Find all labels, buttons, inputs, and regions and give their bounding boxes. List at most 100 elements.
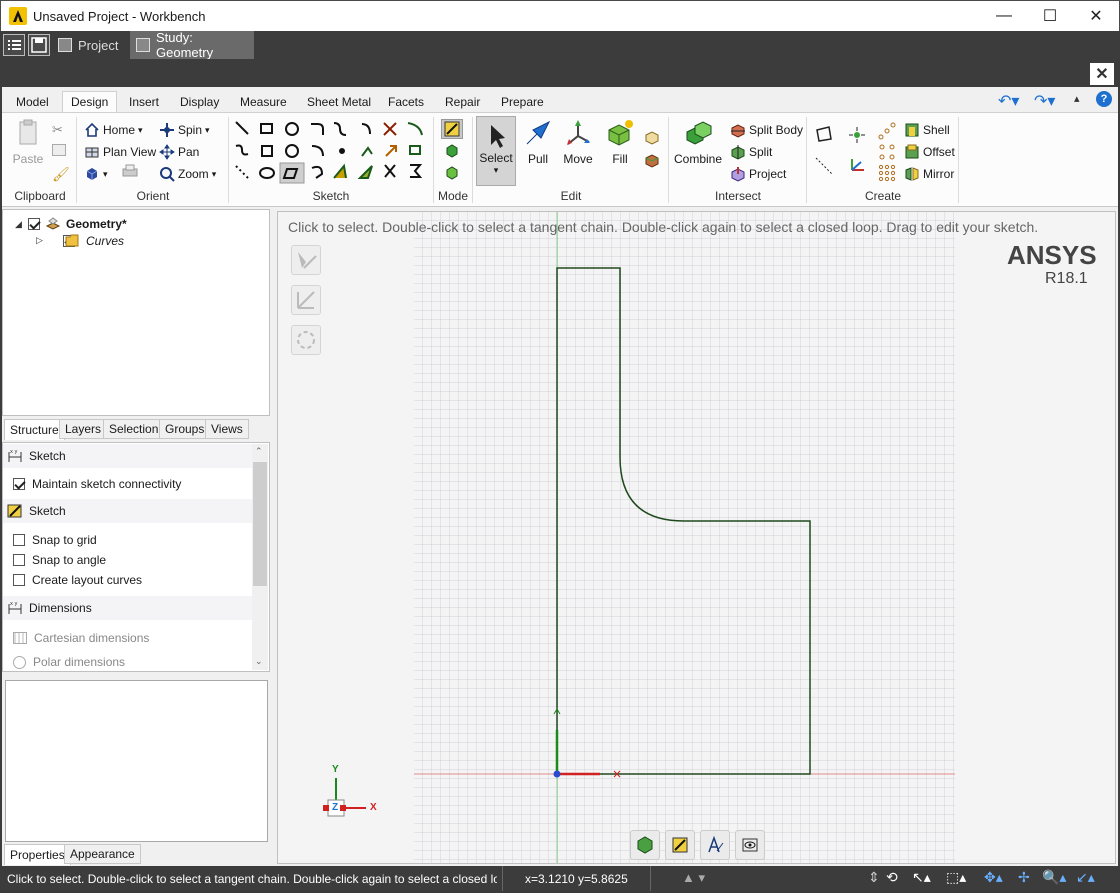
axis-icon[interactable] — [814, 156, 834, 176]
plane-icon[interactable] — [814, 124, 834, 144]
sketch-canvas[interactable] — [278, 212, 1116, 864]
status-up-arrow-icon[interactable]: ▲ ▾ — [682, 870, 705, 886]
blend-icon[interactable] — [644, 130, 660, 146]
sketch-section-header-2[interactable]: Sketch — [3, 499, 253, 523]
maintain-connectivity-checkbox[interactable] — [13, 478, 25, 490]
combine-button[interactable]: Combine — [674, 118, 722, 166]
graphics-viewport[interactable]: Y X Z — [277, 211, 1116, 864]
status-fly-icon[interactable]: ↙▴ — [1076, 869, 1095, 886]
status-zoom-icon[interactable]: 🔍▴ — [1042, 869, 1066, 886]
collapse-root-icon[interactable]: ◢ — [15, 219, 22, 230]
copy-icon[interactable] — [52, 144, 66, 156]
plan-view-button[interactable]: Plan View — [84, 142, 156, 162]
offset-button[interactable]: Offset — [904, 142, 955, 162]
cartesian-dimensions-option[interactable]: Cartesian dimensions — [13, 631, 149, 645]
tab-views[interactable]: Views — [205, 419, 249, 439]
redo-icon[interactable]: ↷▾ — [1034, 91, 1055, 111]
return-to-3d-button[interactable] — [630, 830, 660, 860]
tree-root-label[interactable]: Geometry* — [66, 217, 127, 231]
select-button[interactable]: Select ▾ — [476, 116, 516, 186]
cut-icon[interactable]: ✂ — [52, 122, 63, 138]
tab-layers[interactable]: Layers — [59, 419, 108, 439]
tab-properties[interactable]: Properties — [4, 844, 71, 865]
minimize-button[interactable]: — — [981, 1, 1027, 31]
snap-to-grid-option[interactable]: Snap to grid — [13, 533, 97, 547]
linear-pattern-icon[interactable] — [878, 122, 896, 140]
tab-sheet-metal[interactable]: Sheet Metal — [299, 91, 379, 112]
zoom-button[interactable]: Zoom ▾ — [159, 164, 216, 184]
fill-pattern-icon[interactable] — [878, 164, 896, 182]
tab-display[interactable]: Display — [172, 91, 227, 112]
options-scrollbar[interactable]: ⌃ ⌄ — [252, 444, 268, 670]
tab-prepare[interactable]: Prepare — [493, 91, 552, 112]
mirror-button[interactable]: Mirror — [904, 164, 954, 184]
layout-curves-checkbox[interactable] — [13, 574, 25, 586]
format-painter-icon[interactable]: 🖌 — [52, 166, 70, 183]
scroll-down-icon[interactable]: ⌄ — [255, 656, 263, 667]
tab-project[interactable]: Project — [52, 31, 126, 59]
view-cube-button[interactable]: ▾ — [84, 164, 108, 184]
split-button[interactable]: Split — [730, 142, 772, 162]
layout-curves-option[interactable]: Create layout curves — [13, 573, 142, 587]
annotation-button[interactable] — [700, 830, 730, 860]
display-button[interactable] — [735, 830, 765, 860]
3d-mode-icon[interactable] — [444, 165, 460, 181]
origin-icon[interactable] — [848, 156, 866, 174]
home-button[interactable]: Home ▾ — [84, 120, 143, 140]
status-box-select-icon[interactable]: ⬚▴ — [946, 869, 966, 886]
collapse-ribbon-icon[interactable]: ▴ — [1074, 92, 1080, 105]
tab-structure[interactable]: Structure — [4, 419, 65, 440]
maintain-connectivity-option[interactable]: Maintain sketch connectivity — [13, 477, 181, 491]
move-button[interactable]: Move — [558, 118, 598, 166]
pan-button[interactable]: Pan — [159, 142, 199, 162]
tab-measure[interactable]: Measure — [232, 91, 295, 112]
status-undo-select-icon[interactable]: ⟲ — [886, 869, 898, 886]
origin-point[interactable] — [553, 770, 561, 778]
paste-button[interactable]: Paste — [12, 118, 44, 166]
project-button[interactable]: Project — [730, 164, 786, 184]
shell-button[interactable]: Shell — [904, 120, 950, 140]
select-new-sketch-plane-button[interactable] — [291, 245, 321, 275]
snap-to-angle-option[interactable]: Snap to angle — [13, 553, 106, 567]
menu-list-icon[interactable] — [3, 34, 25, 56]
point-create-icon[interactable] — [848, 126, 866, 144]
tab-groups[interactable]: Groups — [159, 419, 211, 439]
help-icon[interactable]: ? — [1096, 91, 1112, 107]
tab-study-geometry[interactable]: Study: Geometry — [130, 30, 254, 60]
circular-pattern-icon[interactable] — [878, 143, 896, 161]
status-spin-icon[interactable]: ⇕ — [868, 869, 880, 886]
tree-curves-label[interactable]: Curves — [86, 234, 124, 248]
polar-dimensions-option[interactable]: Polar dimensions — [13, 655, 125, 669]
status-pan-icon[interactable]: ✢ — [1018, 869, 1030, 886]
status-select-arrow-icon[interactable]: ↖▴ — [912, 869, 931, 886]
tab-facets[interactable]: Facets — [380, 91, 432, 112]
tab-design[interactable]: Design — [62, 91, 118, 112]
sketch-mode-toolbar-button[interactable] — [665, 830, 695, 860]
tab-selection[interactable]: Selection — [103, 419, 165, 439]
fill-button[interactable]: Fill — [600, 118, 640, 166]
save-icon[interactable] — [28, 34, 50, 56]
dimensions-section-header[interactable]: x y Dimensions — [3, 596, 253, 620]
tweak-face-icon[interactable] — [644, 152, 660, 168]
scroll-up-icon[interactable]: ⌃ — [255, 446, 263, 457]
tab-appearance[interactable]: Appearance — [64, 844, 141, 864]
undo-icon[interactable]: ↶▾ — [998, 91, 1019, 111]
tab-model[interactable]: Model — [8, 91, 57, 112]
snap-to-grid-checkbox[interactable] — [13, 534, 25, 546]
sketch-section-header[interactable]: x y Sketch — [3, 444, 253, 468]
move-grid-button[interactable] — [291, 285, 321, 315]
sketch-mode-button[interactable] — [441, 119, 463, 139]
maximize-button[interactable]: ☐ — [1027, 1, 1073, 31]
status-rotate-icon[interactable]: ✥▴ — [984, 869, 1003, 886]
print-icon[interactable] — [121, 164, 139, 180]
geometry-visibility-checkbox[interactable] — [28, 218, 40, 230]
spin-button[interactable]: Spin ▾ — [159, 120, 210, 140]
close-window-button[interactable]: ✕ — [1073, 1, 1119, 31]
close-study-button[interactable]: ✕ — [1090, 63, 1114, 85]
pull-button[interactable]: Pull — [518, 118, 558, 166]
split-body-button[interactable]: Split Body — [730, 120, 803, 140]
scroll-thumb[interactable] — [253, 462, 267, 586]
tab-insert[interactable]: Insert — [121, 91, 167, 112]
section-mode-icon[interactable] — [444, 143, 460, 159]
tab-repair[interactable]: Repair — [437, 91, 488, 112]
